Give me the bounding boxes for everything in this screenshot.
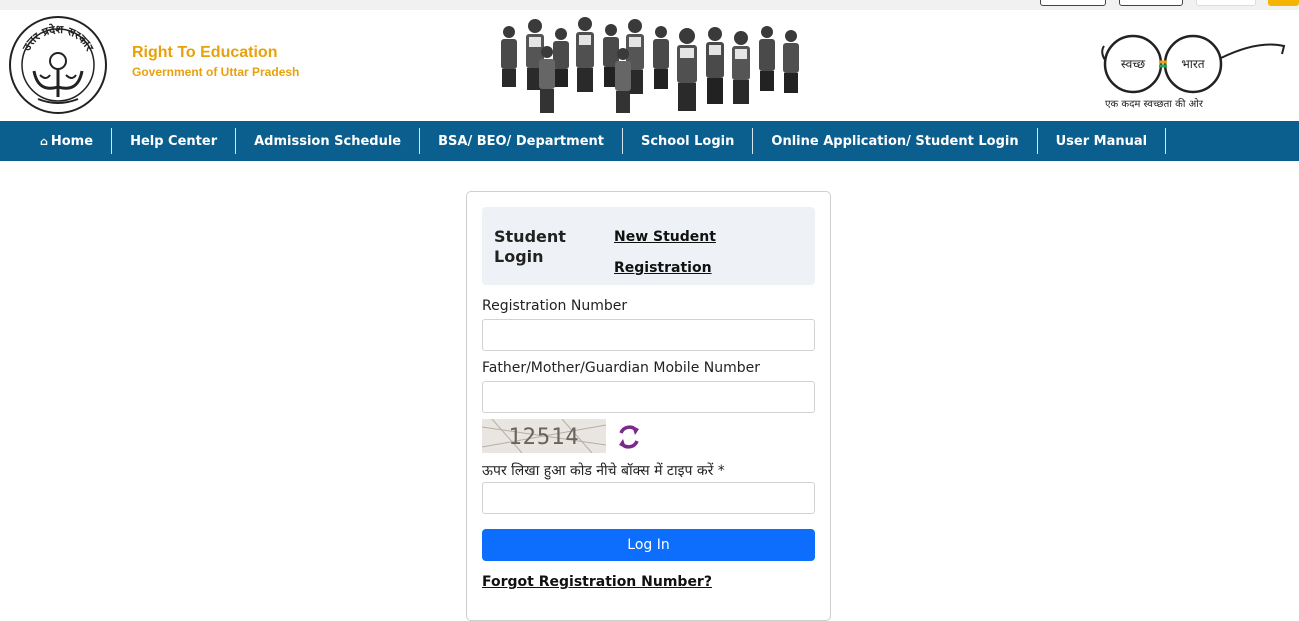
nav-item-school-login[interactable]: School Login xyxy=(623,128,754,154)
registration-number-label: Registration Number xyxy=(482,298,628,314)
captcha-refresh-icon[interactable] xyxy=(615,423,643,451)
nav-item-home[interactable]: ⌂ Home xyxy=(22,128,113,154)
top-utility-button-3[interactable] xyxy=(1196,0,1256,6)
nav-item-help-center[interactable]: Help Center xyxy=(112,128,237,154)
site-subtitle: Government of Uttar Pradesh xyxy=(132,65,300,79)
bharat-text: भारत xyxy=(1181,57,1205,71)
registration-number-input[interactable] xyxy=(482,319,815,351)
swachh-tagline: एक कदम स्वच्छता की ओर xyxy=(1105,99,1203,110)
nav-item-admission-schedule[interactable]: Admission Schedule xyxy=(236,128,421,154)
mobile-number-label: Father/Mother/Guardian Mobile Number xyxy=(482,360,760,376)
site-header: उत्तर प्रदेश सरकार Right To Education Go… xyxy=(0,10,1299,121)
forgot-registration-link[interactable]: Forgot Registration Number? xyxy=(482,574,712,590)
top-utility-button-2[interactable] xyxy=(1119,0,1183,6)
home-icon: ⌂ xyxy=(40,134,48,148)
login-button[interactable]: Log In xyxy=(482,529,815,561)
nav-item-online-application[interactable]: Online Application/ Student Login xyxy=(753,128,1038,154)
students-banner-image xyxy=(501,17,799,113)
site-title: Right To Education xyxy=(132,44,278,61)
nav-item-user-manual[interactable]: User Manual xyxy=(1038,128,1167,154)
main-navigation: ⌂ Home Help Center Admission Schedule BS… xyxy=(0,121,1299,161)
top-utility-button-4[interactable] xyxy=(1268,0,1299,6)
captcha-label: ऊपर लिखा हुआ कोड नीचे बॉक्स में टाइप करे… xyxy=(482,463,725,479)
captcha-code: 12514 xyxy=(508,425,579,450)
mobile-number-input[interactable] xyxy=(482,381,815,413)
card-title: Student Login xyxy=(494,227,566,266)
captcha-image: 12514 xyxy=(482,419,606,453)
up-government-emblem: उत्तर प्रदेश सरकार xyxy=(9,16,107,114)
card-header: Student Login New Student Registration xyxy=(482,207,815,285)
nav-item-label: Home xyxy=(50,133,94,149)
captcha-input[interactable] xyxy=(482,482,815,514)
swachh-text: स्वच्छ xyxy=(1121,57,1145,71)
student-login-card: Student Login New Student Registration R… xyxy=(466,191,831,621)
nav-item-bsa-beo-department[interactable]: BSA/ BEO/ Department xyxy=(420,128,623,154)
top-utility-button-1[interactable] xyxy=(1040,0,1106,6)
new-student-registration-link[interactable]: New Student Registration xyxy=(614,222,734,284)
